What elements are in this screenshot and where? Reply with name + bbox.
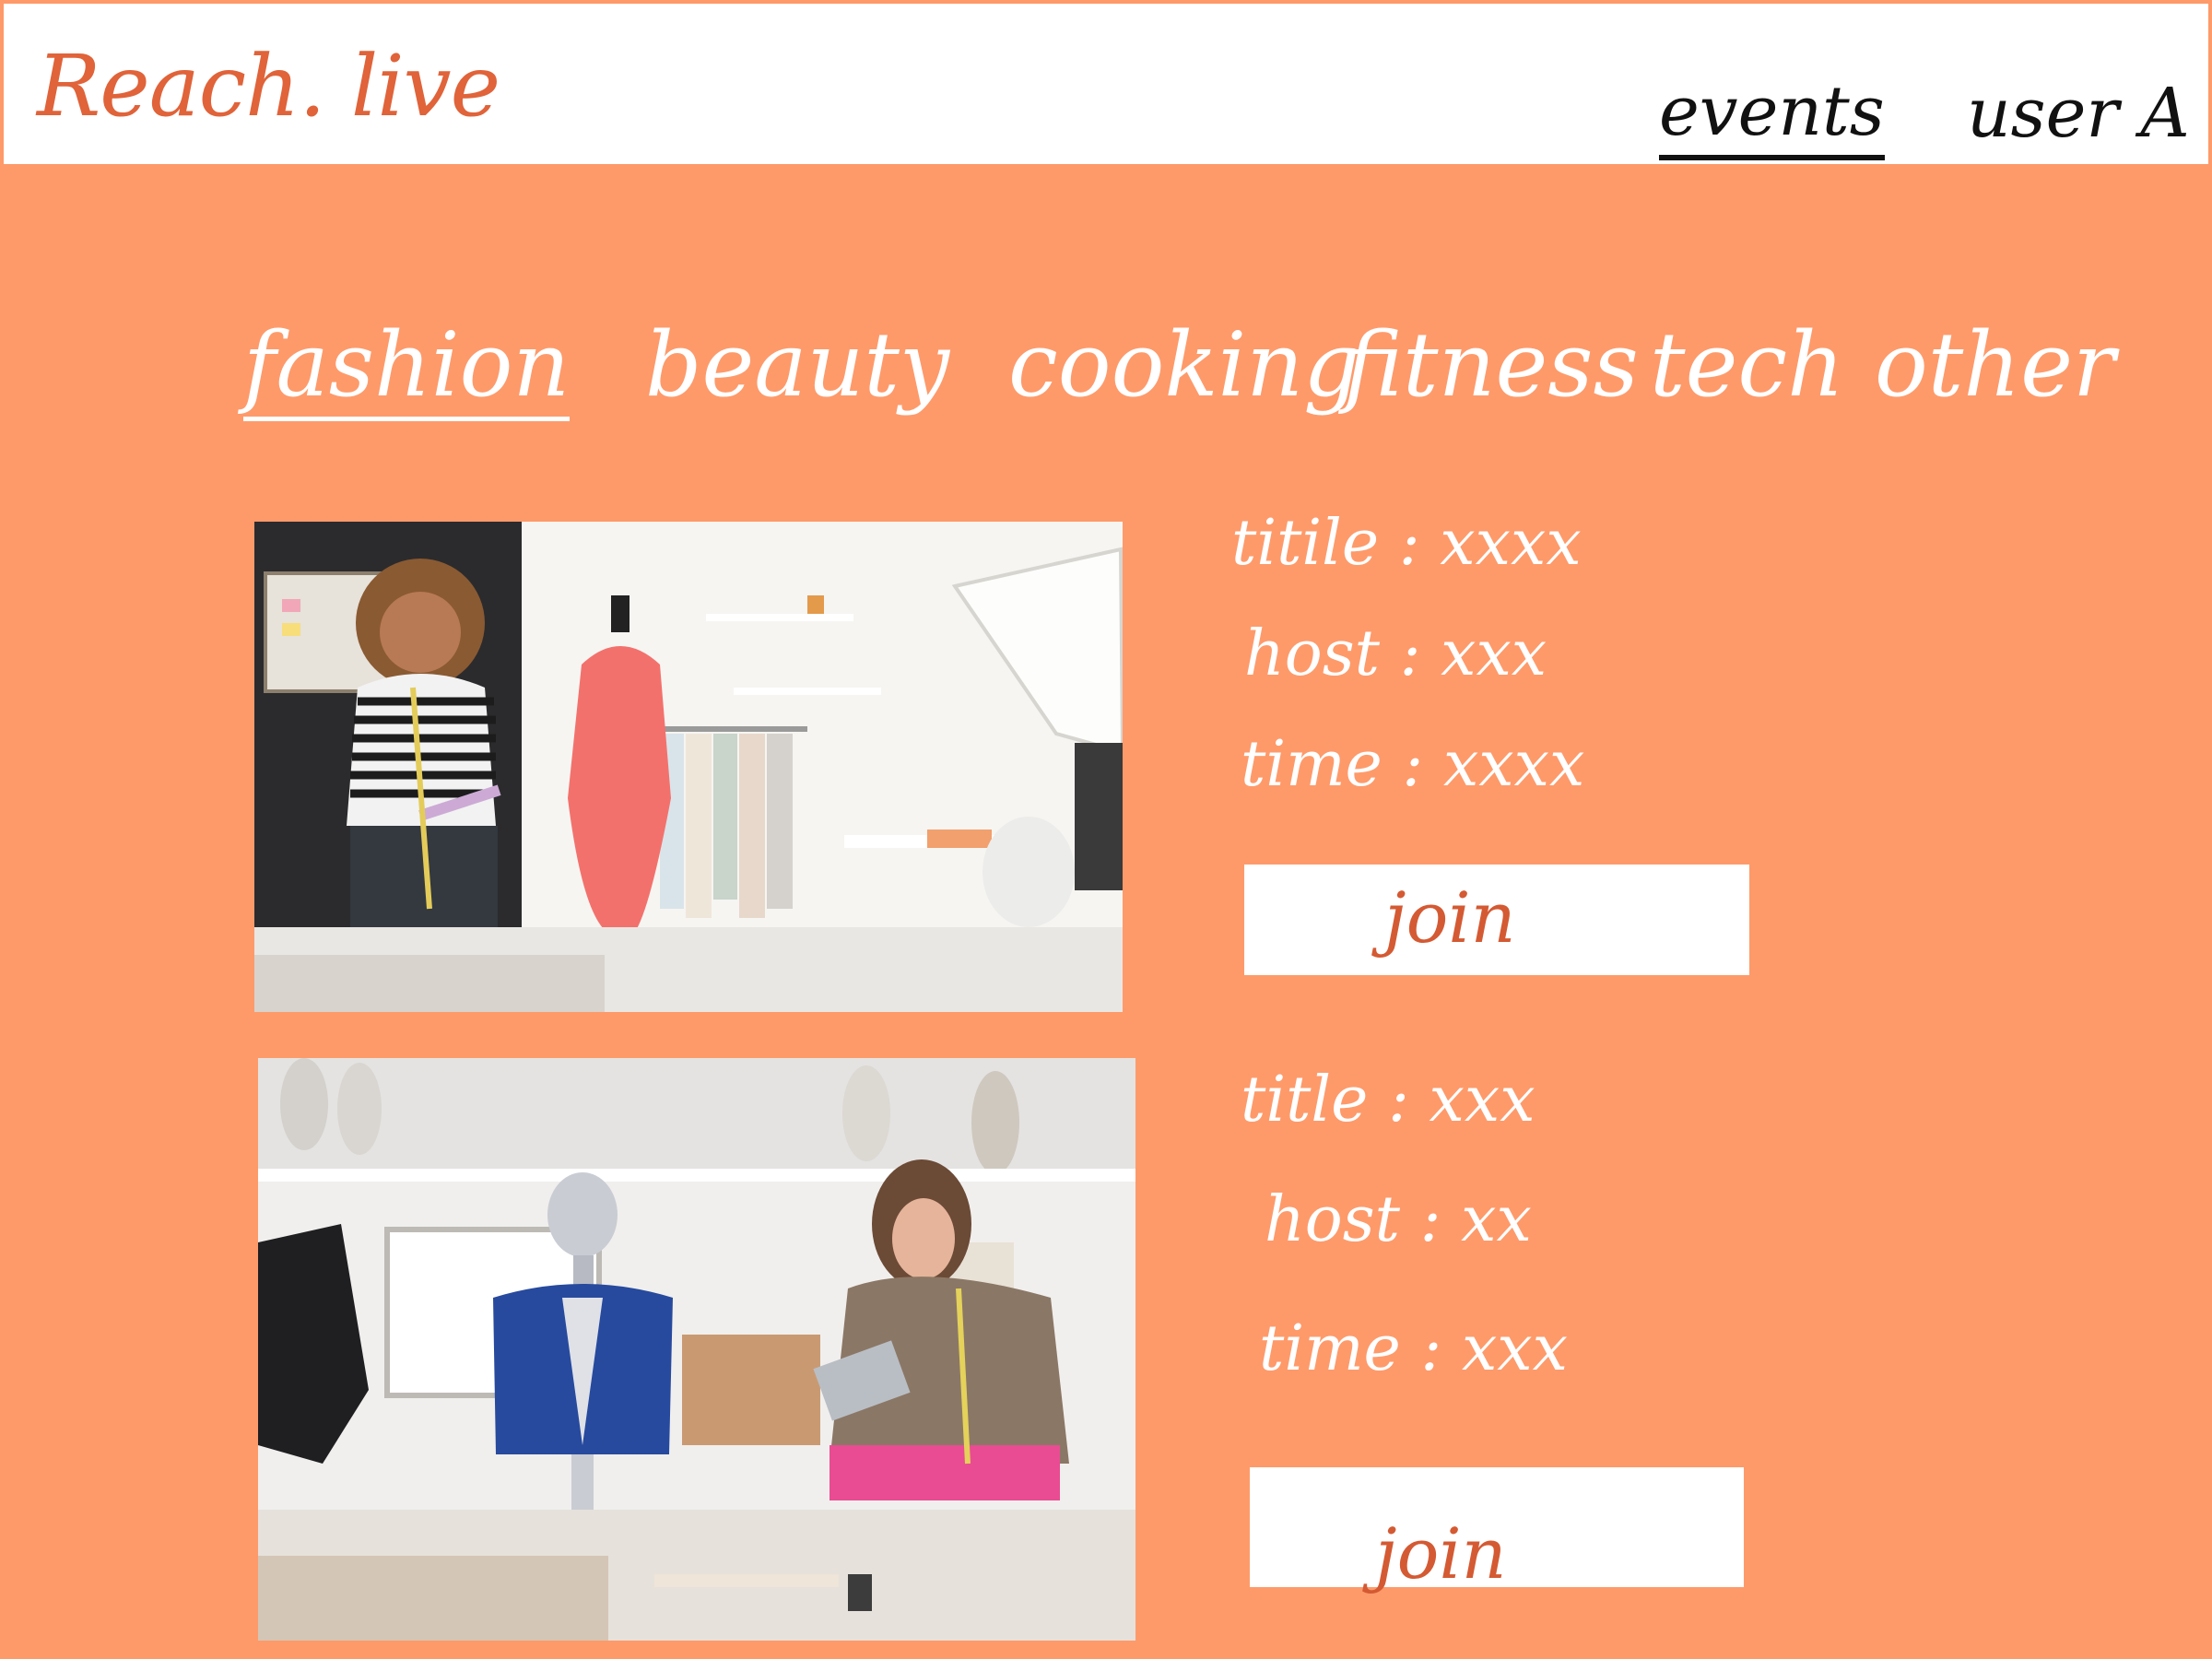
tab-cooking[interactable]: cooking <box>1008 321 1360 409</box>
join-button[interactable]: join <box>1250 1467 1744 1594</box>
brand-logo[interactable]: Reach. live <box>37 44 500 129</box>
nav-link-events[interactable]: events <box>1659 77 1885 160</box>
tab-other[interactable]: other <box>1875 321 2115 409</box>
tab-tech[interactable]: tech <box>1650 321 1844 409</box>
join-button-label: join <box>1375 1512 1507 1594</box>
designer-with-mannequin-photo <box>258 1058 1135 1641</box>
top-bar: Reach. live events user A <box>4 4 2208 164</box>
event-title: titile : xxxx <box>1231 507 1582 580</box>
designer-with-dress-form-photo <box>254 522 1123 1012</box>
tab-beauty[interactable]: beauty <box>645 321 949 409</box>
nav-user-menu[interactable]: user A <box>1967 79 2190 147</box>
event-host: host : xxx <box>1244 618 1547 690</box>
event-time: time : xxxx <box>1241 728 1585 801</box>
event-title: title : xxx <box>1241 1064 1535 1136</box>
tab-fitness[interactable]: fitness <box>1344 321 1639 409</box>
event-host: host : xx <box>1265 1183 1532 1256</box>
event-time: time : xxx <box>1259 1312 1568 1385</box>
tab-fashion[interactable]: fashion <box>243 321 571 421</box>
join-button-label: join <box>1384 877 1516 959</box>
join-button[interactable]: join <box>1244 865 1749 975</box>
